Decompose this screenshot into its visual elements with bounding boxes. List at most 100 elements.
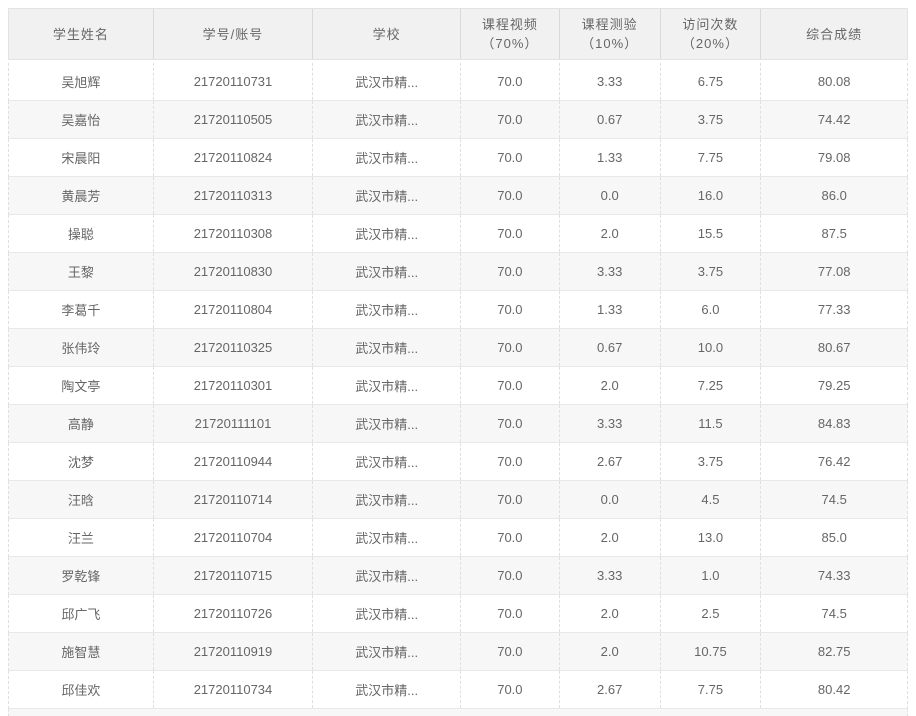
column-header-label: 课程测验	[581, 17, 638, 32]
total-score-cell: 74.5	[760, 481, 907, 518]
school-cell: 武汉市精...	[312, 329, 460, 366]
quiz-score-cell: 2.0	[558, 633, 660, 670]
school-cell: 武汉市精...	[312, 253, 460, 290]
video-score-cell: 70.0	[459, 291, 559, 328]
table-row: 黄晨芳 21720110313 武汉市精... 70.0 0.0 16.0 86.0	[8, 177, 908, 215]
page: 学生姓名 学号/账号 学校 课程视频 （70%） 课程测验 （10%） 访问次数	[0, 0, 916, 716]
total-score-cell: 84.83	[760, 405, 907, 442]
visit-count-cell: 7.75	[659, 671, 761, 708]
student-name-cell: 黄晨芳	[61, 189, 101, 204]
column-header-label: 学校	[372, 26, 401, 42]
school-cell: 武汉市精...	[312, 291, 460, 328]
quiz-score-cell: 0.67	[558, 101, 660, 138]
student-id-cell: 21720110313	[152, 177, 313, 214]
table-row: 邱广飞 21720110726 武汉市精... 70.0 2.0 2.5 74.5	[8, 595, 908, 633]
column-header-label: 综合成绩	[806, 26, 863, 42]
visit-count-cell: 10.75	[659, 633, 761, 670]
student-name-cell: 沈梦	[67, 455, 94, 470]
student-name-cell: 汪晗	[67, 493, 94, 508]
student-id-cell: 21720110715	[152, 557, 313, 594]
column-header-label: 学号/账号	[202, 26, 264, 42]
column-header-sublabel: （10%）	[581, 36, 639, 51]
student-name-cell: 吴嘉怡	[61, 113, 101, 128]
student-id-cell: 21720110734	[152, 671, 313, 708]
visit-count-cell: 10.0	[659, 329, 761, 366]
student-name-cell: 李葛千	[61, 303, 101, 318]
student-name-cell: 吴旭辉	[61, 75, 101, 90]
total-score-cell: 76.42	[760, 443, 907, 480]
total-score-cell: 85.0	[760, 519, 907, 556]
visit-count-cell: 3.75	[659, 101, 761, 138]
column-header-school: 学校	[312, 9, 460, 59]
student-id-cell: 21720110824	[152, 139, 313, 176]
column-header-sublabel: （70%）	[481, 36, 539, 51]
student-id-cell: 21720110944	[152, 443, 313, 480]
visit-count-cell: 2.5	[659, 595, 761, 632]
table-row: 高静 21720111101 武汉市精... 70.0 3.33 11.5 84.83	[8, 405, 908, 443]
quiz-score-cell: 2.67	[558, 443, 660, 480]
quiz-score-cell: 2.0	[558, 215, 660, 252]
student-id-cell: 21720110325	[152, 329, 313, 366]
table-row: 沈梦 21720110944 武汉市精... 70.0 2.67 3.75 76.42	[8, 443, 908, 481]
table-header: 学生姓名 学号/账号 学校 课程视频 （70%） 课程测验 （10%） 访问次数	[8, 8, 908, 60]
visit-count-cell: 7.75	[659, 139, 761, 176]
student-name-cell: 操聪	[67, 227, 94, 242]
table-row: 罗乾锋 21720110715 武汉市精... 70.0 3.33 1.0 74.33	[8, 557, 908, 595]
total-score-cell: 80.42	[760, 671, 907, 708]
total-score-cell: 80.08	[760, 63, 907, 100]
student-id-cell: 21720110308	[152, 215, 313, 252]
table-row: 施智慧 21720110919 武汉市精... 70.0 2.0 10.75 82.75	[8, 633, 908, 671]
table-row: 吴旭辉 21720110731 武汉市精... 70.0 3.33 6.75 80.08	[8, 63, 908, 101]
quiz-score-cell: 3.33	[558, 557, 660, 594]
video-score-cell: 70.0	[459, 101, 559, 138]
school-cell: 武汉市精...	[312, 215, 460, 252]
column-header-visit-count: 访问次数 （20%）	[659, 9, 761, 59]
quiz-score-cell: 1.33	[558, 139, 660, 176]
student-id-cell: 21720110804	[152, 291, 313, 328]
visit-count-cell: 6.75	[659, 63, 761, 100]
column-header-label: 访问次数	[682, 17, 739, 32]
school-cell: 武汉市精...	[312, 443, 460, 480]
table-row: 汪兰 21720110704 武汉市精... 70.0 2.0 13.0 85.0	[8, 519, 908, 557]
table-row: 张伟玲 21720110325 武汉市精... 70.0 0.67 10.0 80.67	[8, 329, 908, 367]
video-score-cell: 70.0	[459, 519, 559, 556]
quiz-score-cell: 0.67	[558, 329, 660, 366]
visit-count-cell: 3.75	[659, 443, 761, 480]
table-body: 吴旭辉 21720110731 武汉市精... 70.0 3.33 6.75 80.08 吴嘉…	[8, 63, 908, 709]
quiz-score-cell: 1.33	[558, 291, 660, 328]
quiz-score-cell: 3.33	[558, 63, 660, 100]
student-name-cell: 王黎	[67, 265, 94, 280]
school-cell: 武汉市精...	[312, 595, 460, 632]
table-row: 吴嘉怡 21720110505 武汉市精... 70.0 0.67 3.75 74.42	[8, 101, 908, 139]
student-id-cell: 21720110919	[152, 633, 313, 670]
video-score-cell: 70.0	[459, 481, 559, 518]
visit-count-cell: 11.5	[659, 405, 761, 442]
school-cell: 武汉市精...	[312, 481, 460, 518]
student-name-cell: 宋晨阳	[61, 151, 101, 166]
quiz-score-cell: 3.33	[558, 253, 660, 290]
table-row: 宋晨阳 21720110824 武汉市精... 70.0 1.33 7.75 79.08	[8, 139, 908, 177]
column-header-course-video: 课程视频 （70%）	[459, 9, 559, 59]
column-header-student-name: 学生姓名	[9, 9, 153, 59]
school-cell: 武汉市精...	[312, 519, 460, 556]
visit-count-cell: 6.0	[659, 291, 761, 328]
student-id-cell: 21720110704	[152, 519, 313, 556]
student-name-cell: 邱广飞	[61, 607, 101, 622]
student-id-cell: 21720110714	[152, 481, 313, 518]
student-id-cell: 21720110505	[152, 101, 313, 138]
visit-count-cell: 1.0	[659, 557, 761, 594]
student-name-cell: 张伟玲	[61, 341, 101, 356]
video-score-cell: 70.0	[459, 557, 559, 594]
school-cell: 武汉市精...	[312, 557, 460, 594]
total-score-cell: 77.08	[760, 253, 907, 290]
visit-count-cell: 7.25	[659, 367, 761, 404]
quiz-score-cell: 2.0	[558, 595, 660, 632]
student-grades-table: 学生姓名 学号/账号 学校 课程视频 （70%） 课程测验 （10%） 访问次数	[8, 8, 908, 716]
total-score-cell: 77.33	[760, 291, 907, 328]
video-score-cell: 70.0	[459, 443, 559, 480]
visit-count-cell: 13.0	[659, 519, 761, 556]
column-header-label: 课程视频	[481, 17, 538, 32]
quiz-score-cell: 0.0	[558, 177, 660, 214]
quiz-score-cell: 3.33	[558, 405, 660, 442]
student-id-cell: 21720110726	[152, 595, 313, 632]
